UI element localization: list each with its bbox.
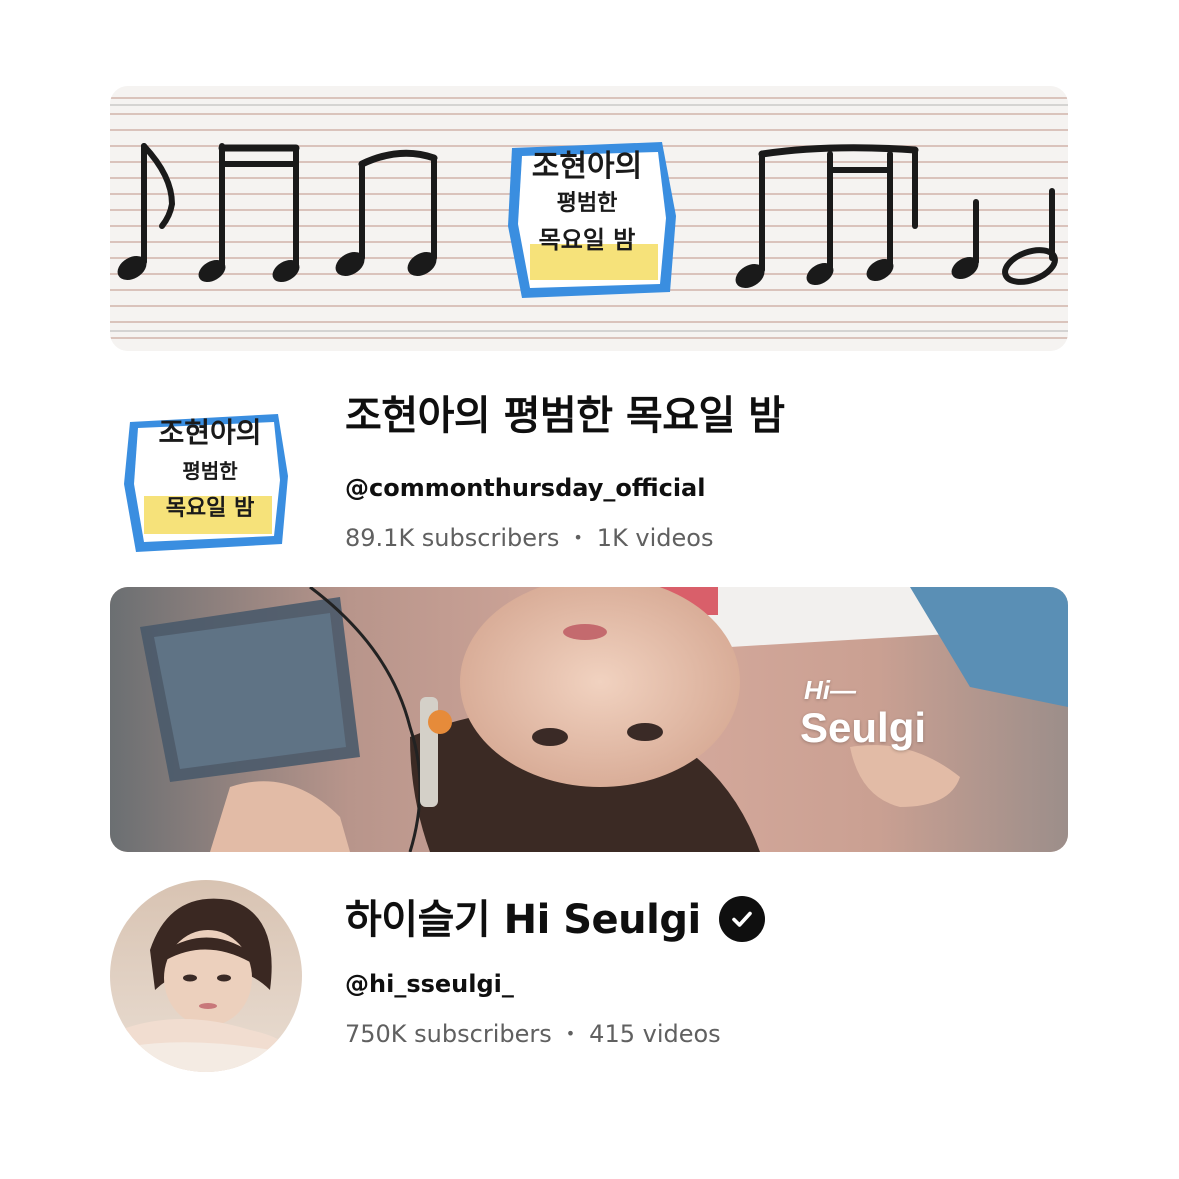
subscriber-count: 750K subscribers (345, 1020, 552, 1048)
separator-dot: • (573, 528, 583, 547)
channel-stats: 750K subscribers • 415 videos (345, 1019, 721, 1049)
avatar-logo-line1: 조현아의 (158, 416, 262, 449)
channel-stats: 89.1K subscribers • 1K videos (345, 523, 714, 553)
channel-banner-commonthursday[interactable]: 조현아의 평범한 목요일 밤 (110, 86, 1068, 351)
avatar-logo-text: 조현아의 평범한 목요일 밤 (130, 412, 290, 528)
video-count: 1K videos (596, 524, 714, 552)
verified-badge (718, 896, 765, 942)
avatar-logo-line3: 목요일 밤 (165, 495, 255, 521)
subscriber-count: 89.1K subscribers (345, 524, 560, 552)
channel-list: 조현아의 평범한 목요일 밤 조현아의 평범한 목요일 밤 조현아의 평범한 목… (0, 0, 1179, 1179)
channel-avatar-hiseulgi[interactable] (110, 880, 302, 1072)
banner-overlay-name: Seulgi (800, 704, 927, 751)
channel-title[interactable]: 하이슬기 Hi Seulgi (345, 897, 701, 943)
channel-handle[interactable]: @hi_sseulgi_ (345, 969, 514, 999)
banner-logo-line2: 평범한 (556, 190, 618, 216)
separator-dot: • (565, 1024, 576, 1043)
banner-logo-line1: 조현아의 (531, 149, 643, 184)
banner-logo-text: 조현아의 평범한 목요일 밤 (502, 148, 672, 260)
check-circle-icon (731, 911, 752, 927)
banner-logo-line3: 목요일 밤 (538, 225, 636, 254)
channel-banner-hiseulgi[interactable]: Hi— Seulgi (110, 587, 1068, 852)
channel-avatar-commonthursday[interactable]: 조현아의 평범한 목요일 밤 (110, 384, 300, 574)
avatar-logo-line2: 평범한 (182, 459, 238, 483)
banner-overlay-text: Hi— Seulgi (800, 675, 926, 751)
avatar-photo (110, 880, 302, 1072)
channel-title[interactable]: 조현아의 평범한 목요일 밤 (345, 392, 785, 440)
video-count: 415 videos (589, 1020, 721, 1048)
banner-overlay-hi: Hi— (804, 675, 856, 705)
channel-title-row: 하이슬기 Hi Seulgi (345, 896, 765, 945)
channel-handle[interactable]: @commonthursday_official (345, 473, 705, 503)
